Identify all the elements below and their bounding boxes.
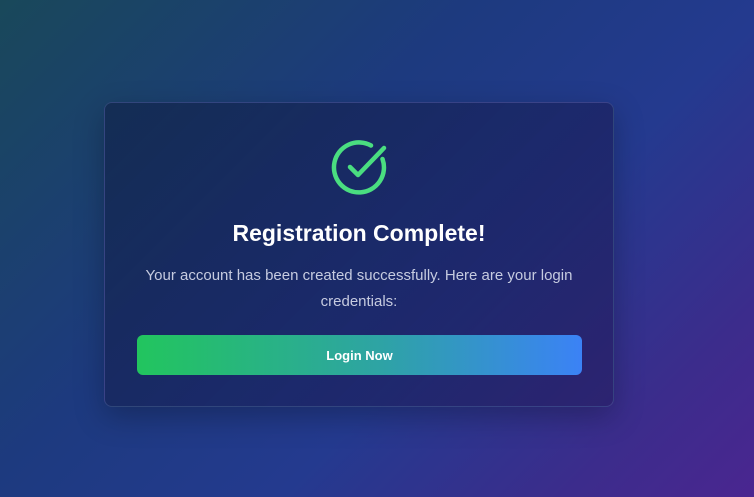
dialog-message: Your account has been created successful… <box>145 267 573 310</box>
dialog-title: Registration Complete! <box>232 220 486 246</box>
registration-complete-card: Registration Complete! Your account has … <box>104 102 614 407</box>
check-circle-icon <box>331 140 387 195</box>
login-now-button[interactable]: Login Now <box>137 335 582 375</box>
